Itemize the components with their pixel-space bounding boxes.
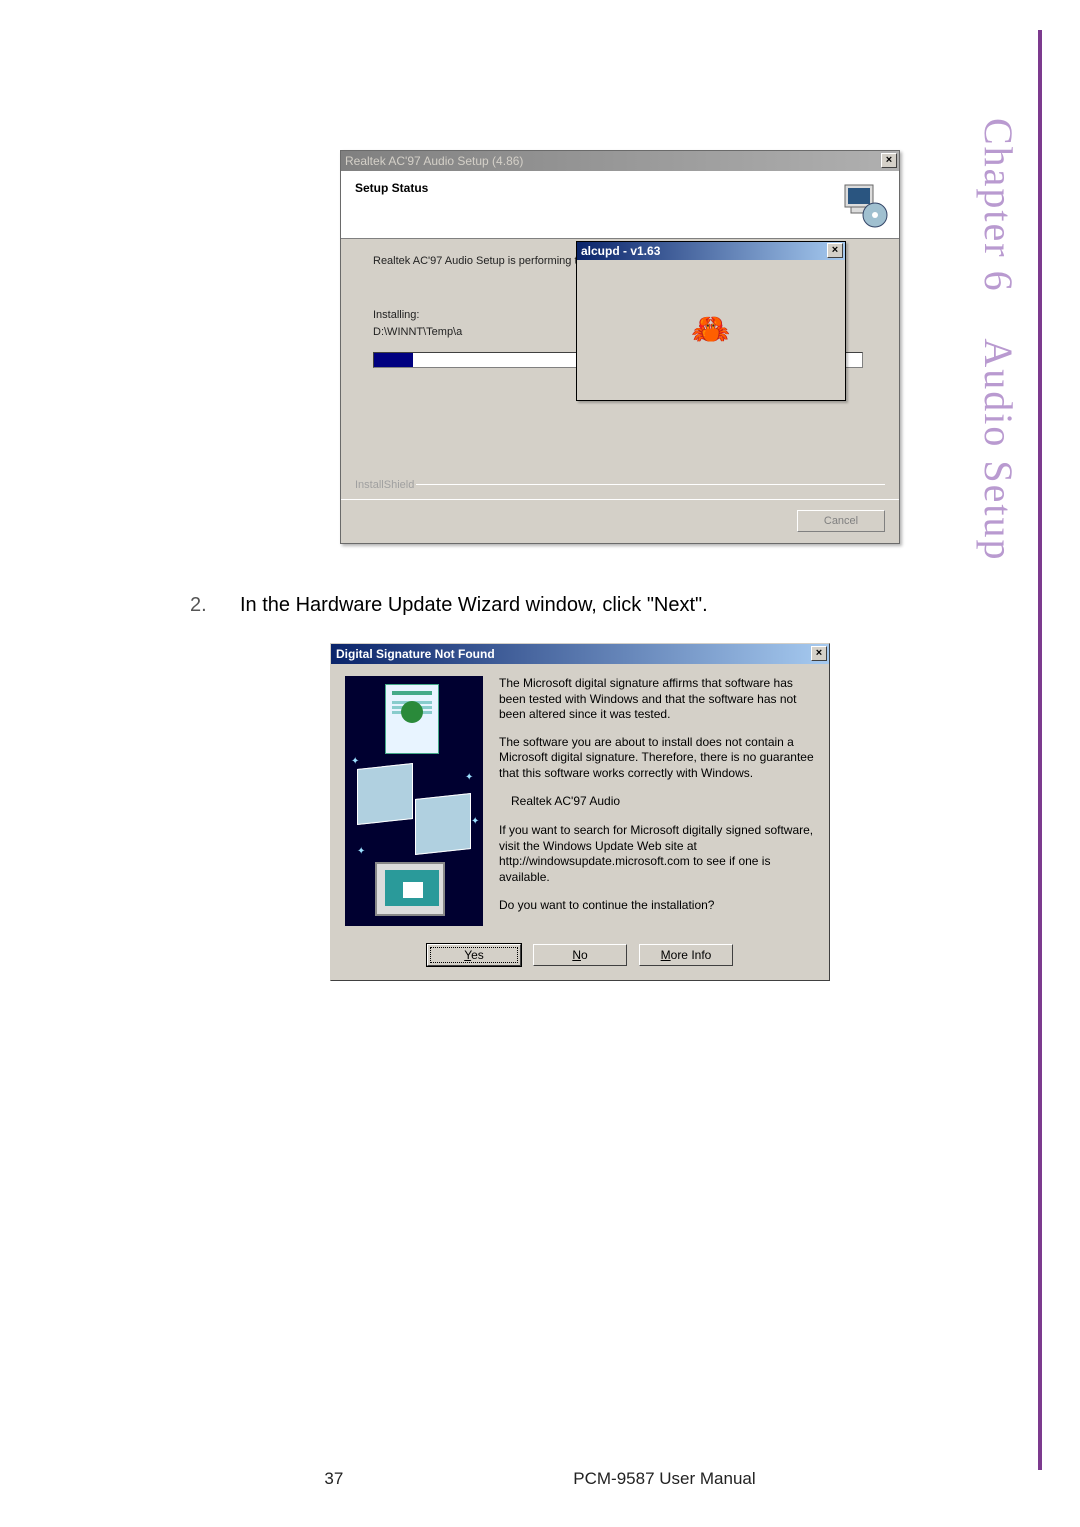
para-2: The software you are about to install do…: [499, 735, 815, 782]
yes-button[interactable]: Yes: [427, 944, 521, 966]
step-number: 2.: [190, 594, 240, 617]
setup-status-dialog: Realtek AC'97 Audio Setup (4.86) × Setup…: [340, 150, 900, 544]
progress-fill: [374, 353, 413, 367]
dialog1-title-text: Realtek AC'97 Audio Setup (4.86): [345, 154, 523, 168]
alcupd-titlebar: alcupd - v1.63 ×: [577, 242, 845, 260]
para-3: If you want to search for Microsoft digi…: [499, 823, 815, 885]
close-icon[interactable]: ×: [827, 243, 843, 258]
para-1: The Microsoft digital signature affirms …: [499, 676, 815, 723]
computer-cd-icon: [841, 181, 889, 229]
no-button[interactable]: No: [533, 944, 627, 966]
dialog2-titlebar: Digital Signature Not Found ×: [331, 644, 829, 664]
installshield-brand: InstallShield: [355, 479, 414, 491]
no-label-rest: o: [581, 948, 588, 962]
dialog1-footer: Cancel: [341, 499, 899, 543]
yes-label-rest: es: [471, 948, 484, 962]
brand-divider: [416, 484, 885, 485]
more-info-button[interactable]: More Info: [639, 944, 733, 966]
dialog1-header: Setup Status: [341, 171, 899, 239]
alcupd-popup: alcupd - v1.63 × 🦀: [576, 241, 846, 401]
alcupd-title-text: alcupd - v1.63: [581, 244, 660, 258]
page-right-border: [1038, 30, 1042, 1470]
more-label-rest: ore Info: [671, 948, 712, 962]
dialog2-footer: Yes No More Info: [331, 936, 829, 980]
step-text: In the Hardware Update Wizard window, cl…: [240, 594, 708, 617]
para-4: Do you want to continue the installation…: [499, 898, 815, 914]
dialog2-title-text: Digital Signature Not Found: [336, 647, 495, 661]
dialog2-body: ✦ ✦ ✦ ✦: [331, 664, 829, 936]
driver-name: Realtek AC'97 Audio: [511, 794, 815, 810]
page-number: 37: [324, 1469, 343, 1489]
alcupd-body: 🦀: [577, 260, 845, 400]
setup-status-heading: Setup Status: [355, 181, 885, 195]
close-icon[interactable]: ×: [881, 153, 897, 168]
step-2: 2. In the Hardware Update Wizard window,…: [190, 594, 950, 617]
digital-signature-dialog: Digital Signature Not Found × ✦ ✦ ✦ ✦: [330, 643, 830, 981]
close-icon[interactable]: ×: [811, 646, 827, 661]
realtek-crab-icon: 🦀: [692, 315, 729, 345]
dialog1-titlebar: Realtek AC'97 Audio Setup (4.86) ×: [341, 151, 899, 171]
signature-illustration: ✦ ✦ ✦ ✦: [345, 676, 483, 926]
page-footer: 37 PCM-9587 User Manual: [0, 1469, 1080, 1489]
chapter-title: Chapter 6 Audio Setup: [975, 118, 1022, 562]
dialog2-illustration-panel: ✦ ✦ ✦ ✦: [345, 676, 483, 926]
manual-name: PCM-9587 User Manual: [573, 1469, 755, 1489]
dialog2-text-panel: The Microsoft digital signature affirms …: [499, 676, 815, 926]
cancel-button[interactable]: Cancel: [797, 510, 885, 532]
page-content: Realtek AC'97 Audio Setup (4.86) × Setup…: [190, 150, 950, 981]
